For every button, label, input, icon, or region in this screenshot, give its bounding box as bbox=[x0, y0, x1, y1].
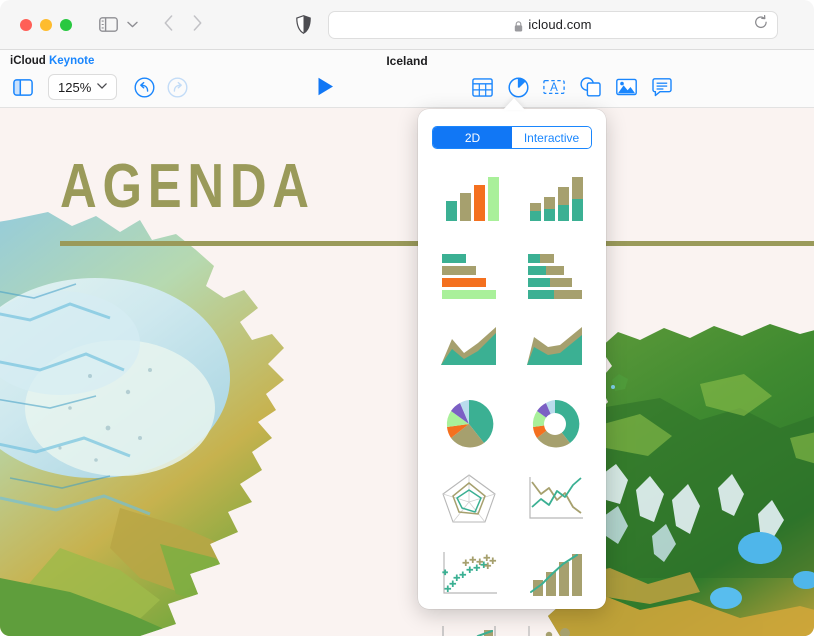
play-button[interactable] bbox=[313, 74, 337, 98]
comment-icon[interactable] bbox=[648, 74, 676, 100]
document-title: Iceland bbox=[386, 54, 428, 68]
popover-arrow bbox=[503, 98, 525, 110]
shape-icon[interactable] bbox=[576, 74, 604, 100]
toolbar-left-group: 125% bbox=[10, 74, 190, 100]
chart-option-stacked-bar-chart[interactable] bbox=[512, 236, 598, 311]
chart-option-two-axis-chart[interactable] bbox=[426, 611, 512, 636]
reload-icon[interactable] bbox=[754, 14, 768, 35]
navigation-buttons bbox=[164, 15, 202, 34]
zoom-selector[interactable]: 125% bbox=[48, 74, 118, 100]
sidebar-panel-icon[interactable] bbox=[10, 75, 36, 99]
chart-option-stacked-column-chart[interactable] bbox=[512, 161, 598, 236]
chart-option-stacked-area-chart[interactable] bbox=[512, 311, 598, 386]
chart-picker-popover: 2D Interactive ✚ ✚ ✚ ✚ ✚ ✚ ✚ ✚ ✚ ✚ ✚ ✚ ✚ bbox=[418, 109, 606, 636]
chart-option-combo-chart[interactable] bbox=[512, 536, 598, 611]
chart-option-scatter-chart[interactable]: ✚ ✚ ✚ ✚ ✚ ✚ ✚ ✚ ✚ ✚ ✚ ✚ ✚ bbox=[426, 536, 512, 611]
slide-canvas[interactable]: AGENDA bbox=[0, 108, 814, 636]
sidebar-toggle-icon[interactable] bbox=[98, 17, 118, 33]
redo-button[interactable] bbox=[164, 75, 190, 99]
chevron-down-icon bbox=[97, 82, 108, 92]
forward-chevron-right-icon[interactable] bbox=[193, 15, 202, 34]
back-chevron-left-icon[interactable] bbox=[164, 15, 173, 34]
chart-option-bar-chart[interactable] bbox=[426, 236, 512, 311]
window-controls bbox=[20, 18, 72, 31]
chart-type-grid: ✚ ✚ ✚ ✚ ✚ ✚ ✚ ✚ ✚ ✚ ✚ ✚ ✚ bbox=[426, 161, 598, 636]
shield-icon[interactable] bbox=[296, 15, 311, 34]
map-speck bbox=[611, 385, 615, 389]
undo-button[interactable] bbox=[131, 75, 157, 99]
tab-overview-chevron-down-icon[interactable] bbox=[127, 21, 138, 28]
minimize-button[interactable] bbox=[40, 18, 52, 31]
svg-text:✚: ✚ bbox=[484, 561, 492, 571]
zoom-value: 125% bbox=[58, 79, 92, 95]
chart-option-area-chart[interactable] bbox=[426, 311, 512, 386]
tab-2d[interactable]: 2D bbox=[433, 127, 512, 148]
chart-option-pie-chart[interactable] bbox=[426, 386, 512, 461]
chart-option-line-chart[interactable] bbox=[512, 461, 598, 536]
maximize-button[interactable] bbox=[60, 18, 72, 31]
close-button[interactable] bbox=[20, 18, 32, 31]
chart-mode-segmented-control: 2D Interactive bbox=[432, 126, 592, 149]
keynote-toolbar: iCloud Keynote Iceland 125% A bbox=[0, 50, 814, 108]
tab-interactive[interactable]: Interactive bbox=[512, 127, 591, 148]
chart-option-donut-chart[interactable] bbox=[512, 386, 598, 461]
address-content: icloud.com bbox=[514, 17, 591, 32]
media-icon[interactable] bbox=[612, 74, 640, 100]
browser-window: icloud.com iCloud Keynote Iceland 125% A… bbox=[0, 0, 814, 636]
url-text: icloud.com bbox=[528, 17, 592, 32]
lock-icon bbox=[514, 19, 523, 32]
chart-option-radar-chart[interactable] bbox=[426, 461, 512, 536]
browser-toolbar: icloud.com bbox=[0, 0, 814, 50]
address-bar[interactable]: icloud.com bbox=[328, 10, 778, 39]
map-west-landmass bbox=[0, 212, 284, 636]
toolbar-insert-group: A bbox=[468, 74, 676, 100]
page-title[interactable]: AGENDA bbox=[60, 156, 315, 218]
chart-option-column-chart[interactable] bbox=[426, 161, 512, 236]
chart-option-bubble-chart[interactable] bbox=[512, 611, 598, 636]
text-icon[interactable]: A bbox=[540, 74, 568, 100]
table-icon[interactable] bbox=[468, 74, 496, 100]
svg-text:A: A bbox=[550, 82, 558, 94]
chart-icon[interactable] bbox=[504, 74, 532, 100]
